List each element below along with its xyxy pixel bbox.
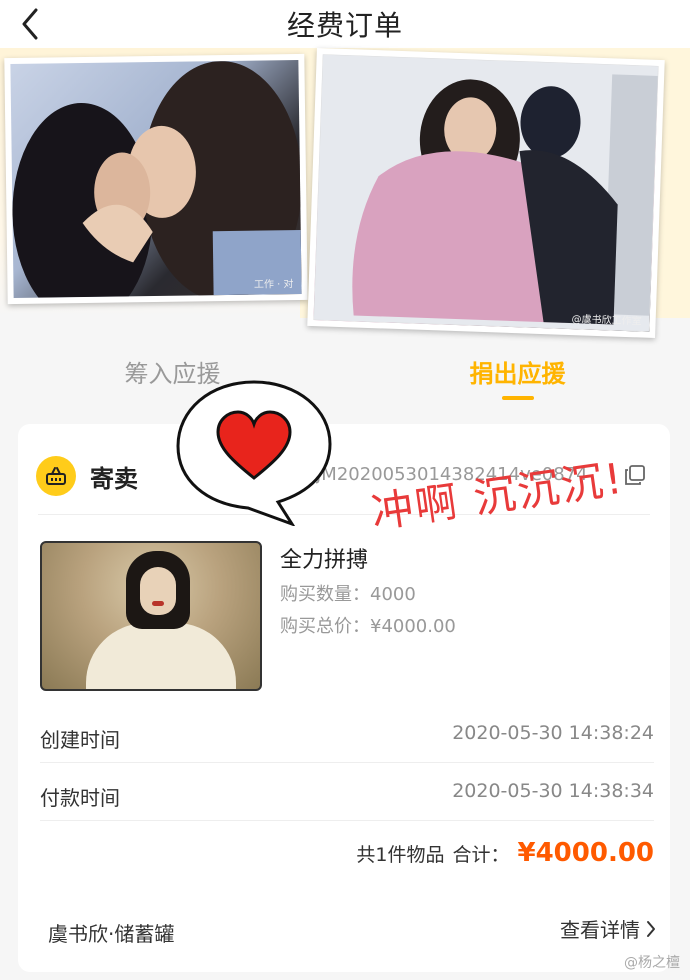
banner-photo-right: @虞书欣工作室 xyxy=(307,48,665,338)
shop-basket-icon xyxy=(36,456,76,496)
back-button[interactable] xyxy=(14,8,46,40)
photo-caption: @虞书欣工作室 xyxy=(571,314,642,328)
tab-active-indicator xyxy=(501,396,534,400)
view-details-label: 查看详情 xyxy=(560,918,640,942)
photo-caption: 工作 · 对 xyxy=(253,279,294,291)
product-name: 全力拼搏 xyxy=(280,548,369,573)
watermark: @杨之檀 xyxy=(624,955,680,971)
created-time-value: 2020-05-30 14:38:24 xyxy=(452,722,654,744)
product-total-price: 购买总价：¥4000.00 xyxy=(280,616,456,637)
banner-photo-left: 工作 · 对 xyxy=(4,53,308,305)
product-quantity: 购买数量：4000 xyxy=(280,584,416,605)
product-image[interactable] xyxy=(40,541,262,691)
copy-icon[interactable] xyxy=(624,464,646,486)
page-title: 经费订单 xyxy=(286,9,403,42)
order-summary: 共1件物品 合计： ¥4000.00 xyxy=(356,838,654,868)
sum-label: 合计： xyxy=(452,844,510,866)
photo-hug-illustration xyxy=(313,54,659,332)
item-count: 共1件物品 xyxy=(356,844,445,866)
order-type: 寄卖 xyxy=(36,456,138,496)
shop-name: 虞书欣·储蓄罐 xyxy=(48,922,175,946)
created-time-row: 创建时间 2020-05-30 14:38:24 xyxy=(40,706,654,764)
heart-speech-bubble-sticker xyxy=(176,380,332,526)
chevron-right-icon xyxy=(647,920,655,937)
tab-bar: 筹入应援 捐出应援 xyxy=(0,340,690,410)
tab-label: 捐出应援 xyxy=(469,360,566,388)
paid-time-row: 付款时间 2020-05-30 14:38:34 xyxy=(40,764,654,822)
paid-time-value: 2020-05-30 14:38:34 xyxy=(452,780,654,802)
header-bar: 经费订单 xyxy=(0,0,690,48)
created-time-label: 创建时间 xyxy=(40,728,120,752)
paid-time-label: 付款时间 xyxy=(40,786,120,810)
photo-people-illustration xyxy=(12,61,302,298)
sum-price: ¥4000.00 xyxy=(517,838,654,868)
chevron-left-icon xyxy=(22,8,38,40)
view-details-link[interactable]: 查看详情 xyxy=(560,914,656,943)
divider xyxy=(40,820,654,821)
order-type-label: 寄卖 xyxy=(90,464,138,493)
divider xyxy=(40,762,654,763)
tab-donation-out[interactable]: 捐出应援 xyxy=(345,340,690,410)
